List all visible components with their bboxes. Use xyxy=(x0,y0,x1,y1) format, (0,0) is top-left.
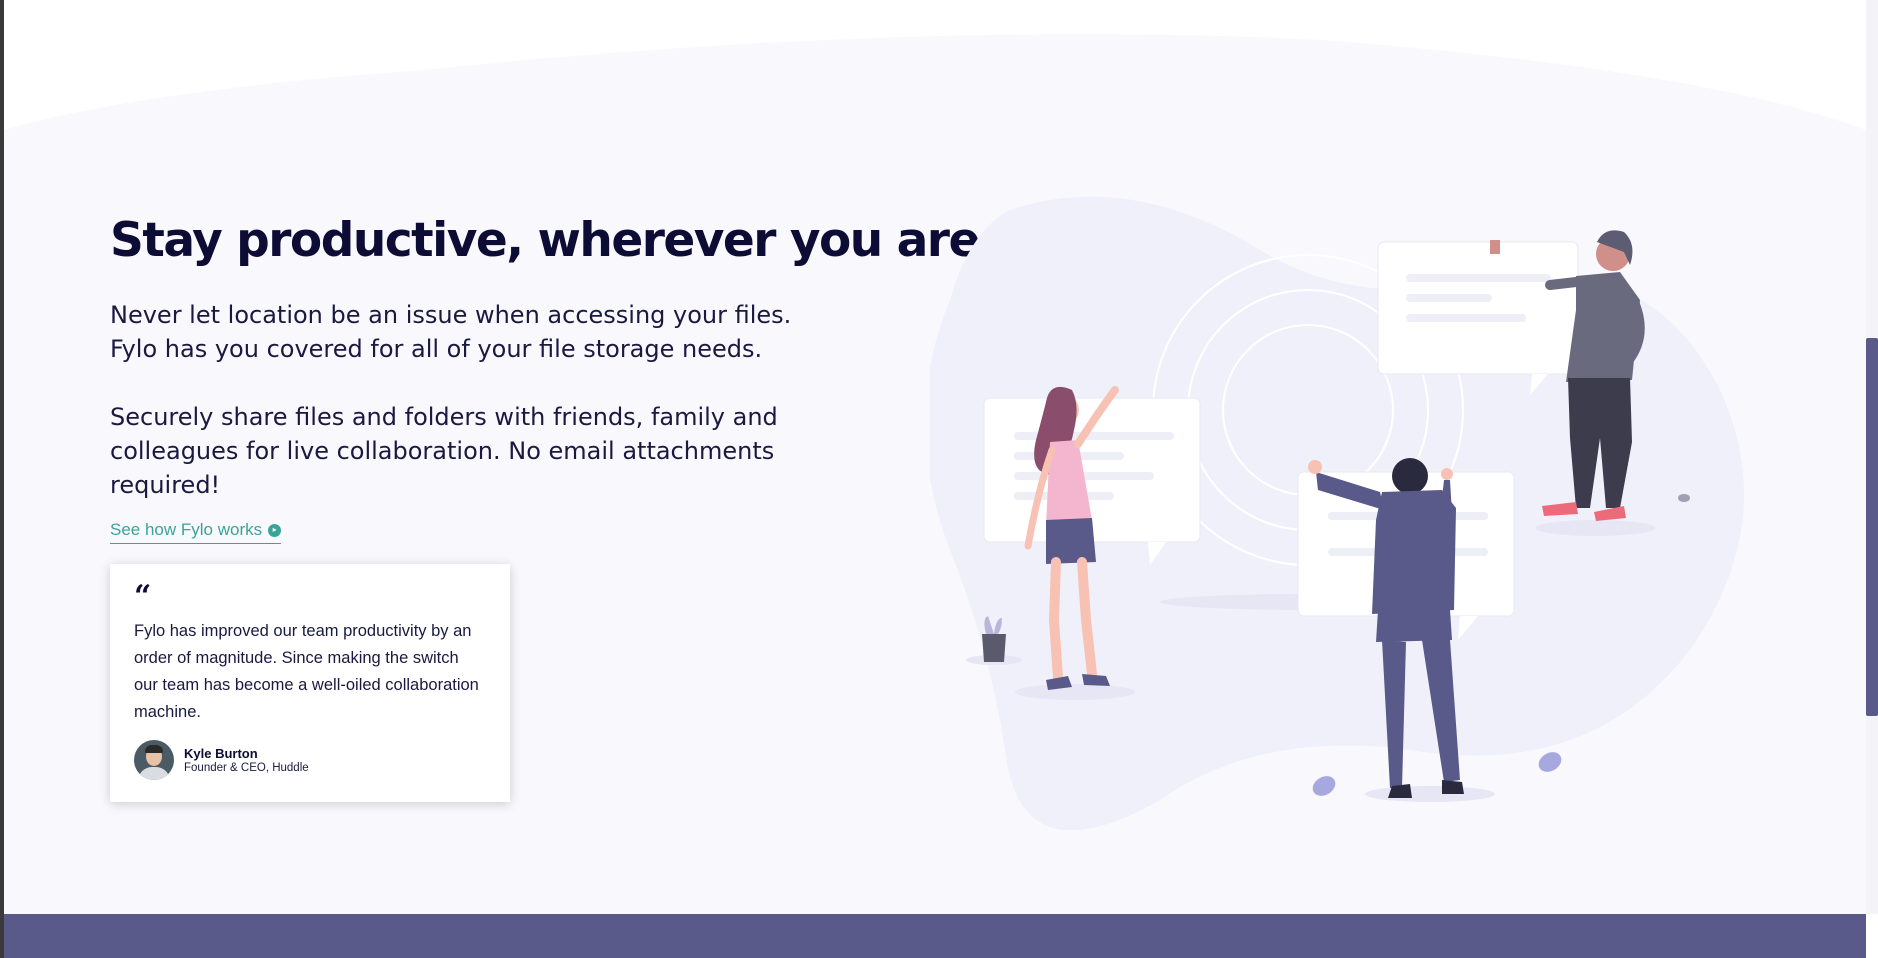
see-how-fylo-works-link[interactable]: See how Fylo works ▸ xyxy=(110,520,282,544)
chat-card-top-icon xyxy=(1377,241,1579,395)
testimonial-text: Fylo has improved our team productivity … xyxy=(134,622,479,721)
footer-band xyxy=(4,914,1866,958)
quote-icon: “ xyxy=(134,579,152,614)
productive-section-content: Stay productive, wherever you are Never … xyxy=(110,208,980,544)
leaf-right-icon xyxy=(1538,752,1562,772)
author-name: Kyle Burton xyxy=(184,746,258,761)
avatar xyxy=(134,740,174,780)
author-role: Founder & CEO, Huddle xyxy=(184,762,309,774)
productivity-illustration xyxy=(930,196,1744,830)
scrollbar-thumb[interactable] xyxy=(1866,338,1878,716)
section-paragraph-2: Securely share files and folders with fr… xyxy=(110,403,778,499)
arrow-circle-icon: ▸ xyxy=(268,523,282,537)
section-paragraph-1: Never let location be an issue when acce… xyxy=(110,301,792,363)
window-frame-edge xyxy=(0,0,4,958)
leaf-left-icon xyxy=(1312,776,1336,796)
pebble-icon xyxy=(1678,494,1690,502)
testimonial-author: Kyle Burton Founder & CEO, Huddle xyxy=(134,740,486,780)
section-title: Stay productive, wherever you are xyxy=(110,213,980,268)
link-label: See how Fylo works xyxy=(110,520,263,539)
testimonial-card: “ Fylo has improved our team productivit… xyxy=(110,564,510,802)
